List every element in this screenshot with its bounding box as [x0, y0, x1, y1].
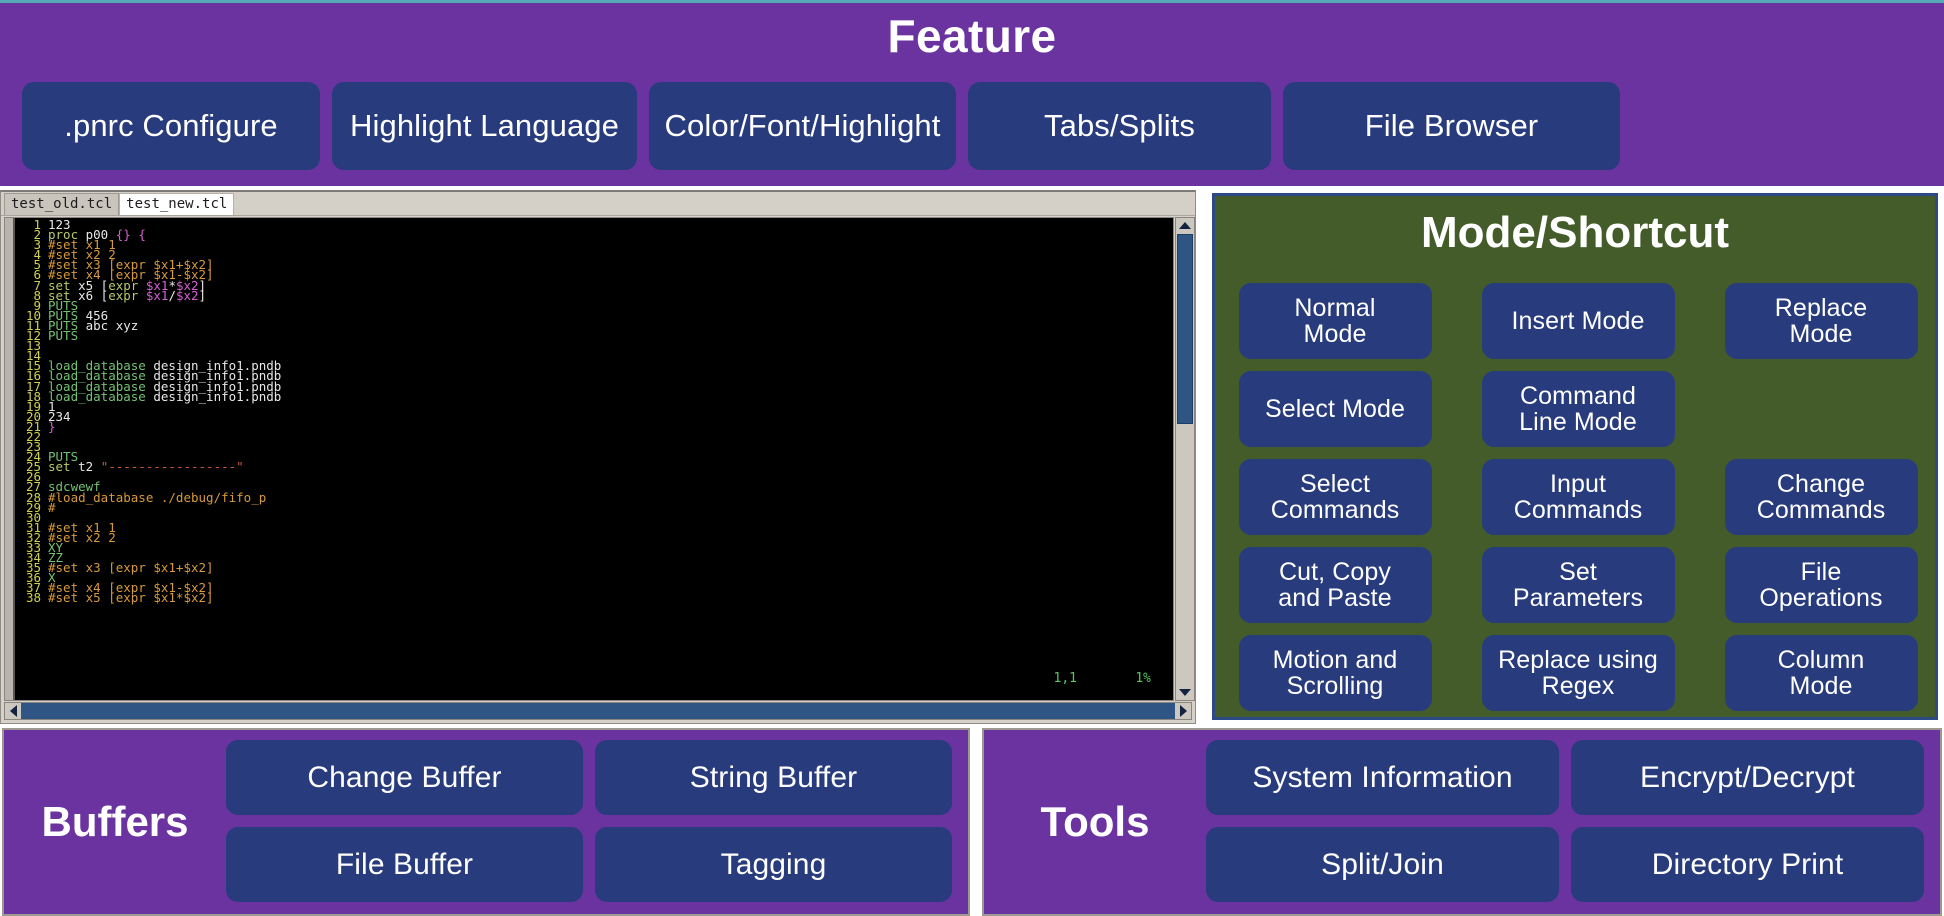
tools-button-split-join[interactable]: Split/Join	[1206, 827, 1559, 902]
tools-section-title: Tools	[1040, 798, 1150, 845]
code-line: 28 #load_database ./debug/fifo_p	[19, 491, 281, 504]
tools-button-directory-print[interactable]: Directory Print	[1571, 827, 1924, 902]
feature-button-highlight-language[interactable]: Highlight Language	[332, 82, 637, 170]
editor-tab-test-old[interactable]: test_old.tcl	[4, 193, 120, 215]
editor-tab-bar: test_old.tcl test_new.tcl	[1, 192, 1195, 216]
mode-button-normal-mode[interactable]: Normal Mode	[1238, 283, 1432, 359]
buffers-button-file-buffer[interactable]: File Buffer	[226, 827, 583, 902]
mode-button-replace-using-regex[interactable]: Replace using Regex	[1481, 635, 1675, 711]
mode-button-set-parameters[interactable]: Set Parameters	[1481, 547, 1675, 623]
code-line: 38 #set x5 [expr $x1*$x2]	[19, 590, 281, 606]
tools-button-system-information[interactable]: System Information	[1206, 740, 1559, 815]
feature-button-row: .pnrc Configure Highlight Language Color…	[22, 82, 1922, 170]
mode-button-cut-copy-and-paste[interactable]: Cut, Copy and Paste	[1238, 547, 1432, 623]
scroll-left-arrow-icon[interactable]	[5, 703, 21, 719]
code-line: 22	[19, 430, 281, 443]
mode-button-change-commands[interactable]: Change Commands	[1724, 459, 1918, 535]
mode-button-column-mode[interactable]: Column Mode	[1724, 635, 1918, 711]
editor-scroll-percent: 1%	[1135, 671, 1151, 686]
feature-button-color-font-highlight[interactable]: Color/Font/Highlight	[649, 82, 956, 170]
scroll-up-arrow-icon[interactable]	[1176, 218, 1194, 233]
app-root: Feature .pnrc Configure Highlight Langua…	[0, 0, 1944, 916]
vertical-scrollbar-thumb[interactable]	[1177, 234, 1193, 424]
mode-shortcut-title: Mode/Shortcut	[1421, 208, 1729, 257]
editor-code-area[interactable]: 1 123 2 proc p00 {} {3 #set x1 1 4 #set x2 2 5 #…	[4, 217, 1174, 701]
mode-button-input-commands[interactable]: Input Commands	[1481, 459, 1675, 535]
editor-code-lines: 1 123 2 proc p00 {} {3 #set x1 1 4 #set x2 2 5 #…	[19, 218, 281, 606]
buffers-section-title: Buffers	[41, 798, 189, 845]
editor-vertical-scrollbar[interactable]	[1175, 217, 1195, 701]
tools-section: Tools System Information Encrypt/Decrypt…	[982, 728, 1942, 916]
feature-button-pnrc-configure[interactable]: .pnrc Configure	[22, 82, 320, 170]
mode-button-motion-and-scrolling[interactable]: Motion and Scrolling	[1238, 635, 1432, 711]
scroll-down-arrow-icon[interactable]	[1176, 685, 1194, 700]
feature-section: Feature .pnrc Configure Highlight Langua…	[0, 0, 1944, 186]
code-line: 20 234	[19, 410, 281, 423]
buffers-button-string-buffer[interactable]: String Buffer	[595, 740, 952, 815]
code-line: 35 #set x3 [expr $x1+$x2]	[19, 561, 281, 574]
buffers-button-change-buffer[interactable]: Change Buffer	[226, 740, 583, 815]
mode-button-file-operations[interactable]: File Operations	[1724, 547, 1918, 623]
line-number: 38	[25, 590, 41, 606]
buffers-section: Buffers Change Buffer String Buffer File…	[2, 728, 970, 916]
text-editor-window: test_old.tcl test_new.tcl 1 123 2 proc p00 …	[0, 190, 1196, 724]
code-line: 12 PUTS	[19, 329, 281, 342]
tools-button-grid: System Information Encrypt/Decrypt Split…	[1206, 730, 1940, 914]
mode-button-replace-mode[interactable]: Replace Mode	[1724, 283, 1918, 359]
scroll-right-arrow-icon[interactable]	[1175, 703, 1191, 719]
editor-gutter	[5, 218, 15, 700]
mode-button-command-line-mode[interactable]: Command Line Mode	[1481, 371, 1675, 447]
mode-button-select-mode[interactable]: Select Mode	[1238, 371, 1432, 447]
buffers-button-grid: Change Buffer String Buffer File Buffer …	[226, 730, 968, 914]
mode-button-select-commands[interactable]: Select Commands	[1238, 459, 1432, 535]
feature-section-title: Feature	[887, 10, 1057, 62]
editor-cursor-position: 1,1	[1053, 671, 1077, 686]
feature-button-tabs-splits[interactable]: Tabs/Splits	[968, 82, 1271, 170]
buffers-button-tagging[interactable]: Tagging	[595, 827, 952, 902]
editor-tab-test-new[interactable]: test_new.tcl	[119, 193, 235, 215]
tools-button-encrypt-decrypt[interactable]: Encrypt/Decrypt	[1571, 740, 1924, 815]
editor-horizontal-scrollbar[interactable]	[4, 702, 1192, 720]
mode-shortcut-section: Mode/Shortcut Normal Mode Insert Mode Repla…	[1212, 193, 1938, 720]
mode-shortcut-grid: Normal Mode Insert Mode Replace Mode Select M…	[1227, 283, 1929, 711]
feature-button-file-browser[interactable]: File Browser	[1283, 82, 1620, 170]
mode-button-insert-mode[interactable]: Insert Mode	[1481, 283, 1675, 359]
mode-grid-empty-slot	[1725, 371, 1918, 447]
code-line: 18 load_database design_info1.pndb	[19, 390, 281, 403]
code-line: 25 set t2 "-----------------"	[19, 460, 281, 473]
